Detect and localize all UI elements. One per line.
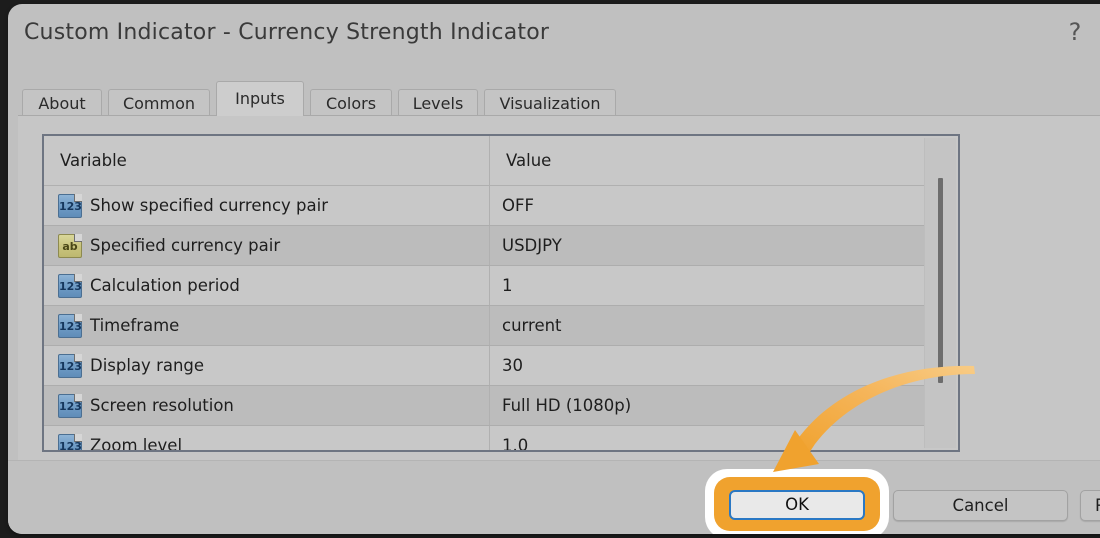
cell-value[interactable]: 1.0	[490, 426, 929, 452]
cell-variable[interactable]: 123 Show specified currency pair	[44, 186, 490, 225]
ok-button[interactable]: OK	[729, 490, 865, 520]
reset-button[interactable]: R	[1080, 490, 1100, 521]
variable-label: Screen resolution	[90, 396, 234, 415]
cell-variable[interactable]: 123 Display range	[44, 346, 490, 385]
cell-variable[interactable]: ab Specified currency pair	[44, 226, 490, 265]
table-header-row: Variable Value	[44, 136, 929, 186]
cell-value[interactable]: current	[490, 306, 929, 345]
cell-value[interactable]: Full HD (1080p)	[490, 386, 929, 425]
inputs-panel: Variable Value 123 Show specified currency …	[18, 115, 1100, 534]
variable-label: Calculation period	[90, 276, 240, 295]
table-scrollbar[interactable]	[924, 138, 956, 448]
table-row[interactable]: 123 Show specified currency pair OFF	[44, 186, 929, 226]
tab-inputs[interactable]: Inputs	[216, 81, 304, 116]
value-label: Full HD (1080p)	[502, 396, 632, 415]
header-cell-value: Value	[490, 136, 929, 185]
custom-indicator-dialog: Custom Indicator - Currency Strength Ind…	[8, 4, 1100, 534]
table-row[interactable]: 123 Calculation period 1	[44, 266, 929, 306]
tab-common[interactable]: Common	[108, 89, 210, 116]
cell-variable[interactable]: 123 Screen resolution	[44, 386, 490, 425]
dialog-footer: OK Cancel R	[8, 460, 1100, 534]
cell-variable[interactable]: 123 Calculation period	[44, 266, 490, 305]
value-label: USDJPY	[502, 236, 562, 255]
ok-button-highlight: OK	[705, 469, 889, 534]
variable-label: Show specified currency pair	[90, 196, 328, 215]
variable-label: Display range	[90, 356, 205, 375]
value-label: 1.0	[502, 436, 529, 452]
screenshot-stage: Custom Indicator - Currency Strength Ind…	[0, 0, 1100, 538]
number-variable-icon: 123	[58, 393, 82, 418]
variable-label: Timeframe	[90, 316, 180, 335]
value-label: current	[502, 316, 562, 335]
value-label: 1	[502, 276, 513, 295]
table-row[interactable]: 123 Zoom level 1.0	[44, 426, 929, 452]
table-row[interactable]: 123 Screen resolution Full HD (1080p)	[44, 386, 929, 426]
value-label: 30	[502, 356, 523, 375]
table-row[interactable]: ab Specified currency pair USDJPY	[44, 226, 929, 266]
header-cell-variable: Variable	[44, 136, 490, 185]
tab-colors[interactable]: Colors	[310, 89, 392, 116]
tab-visualization[interactable]: Visualization	[484, 89, 616, 116]
number-variable-icon: 123	[58, 273, 82, 298]
cell-value[interactable]: 30	[490, 346, 929, 385]
tab-strip: About Common Inputs Colors Levels Visualizati…	[8, 76, 1100, 116]
tab-levels[interactable]: Levels	[398, 89, 478, 116]
dialog-title: Custom Indicator - Currency Strength Ind…	[24, 20, 550, 45]
variable-label: Zoom level	[90, 436, 183, 452]
table-row[interactable]: 123 Timeframe current	[44, 306, 929, 346]
cell-value[interactable]: 1	[490, 266, 929, 305]
table-row[interactable]: 123 Display range 30	[44, 346, 929, 386]
value-label: OFF	[502, 196, 534, 215]
tab-about[interactable]: About	[22, 89, 102, 116]
variable-label: Specified currency pair	[90, 236, 281, 255]
cell-value[interactable]: OFF	[490, 186, 929, 225]
column-header-value: Value	[506, 151, 552, 170]
cell-variable[interactable]: 123 Timeframe	[44, 306, 490, 345]
dialog-titlebar: Custom Indicator - Currency Strength Ind…	[8, 4, 1100, 66]
column-header-variable: Variable	[60, 151, 127, 170]
number-variable-icon: 123	[58, 433, 82, 450]
inputs-table: Variable Value 123 Show specified currency …	[42, 134, 960, 452]
help-icon[interactable]: ?	[1062, 18, 1088, 46]
number-variable-icon: 123	[58, 313, 82, 338]
cell-variable[interactable]: 123 Zoom level	[44, 426, 490, 452]
scrollbar-thumb[interactable]	[938, 178, 943, 383]
string-variable-icon: ab	[58, 233, 82, 258]
number-variable-icon: 123	[58, 193, 82, 218]
number-variable-icon: 123	[58, 353, 82, 378]
cancel-button[interactable]: Cancel	[893, 490, 1068, 521]
cell-value[interactable]: USDJPY	[490, 226, 929, 265]
